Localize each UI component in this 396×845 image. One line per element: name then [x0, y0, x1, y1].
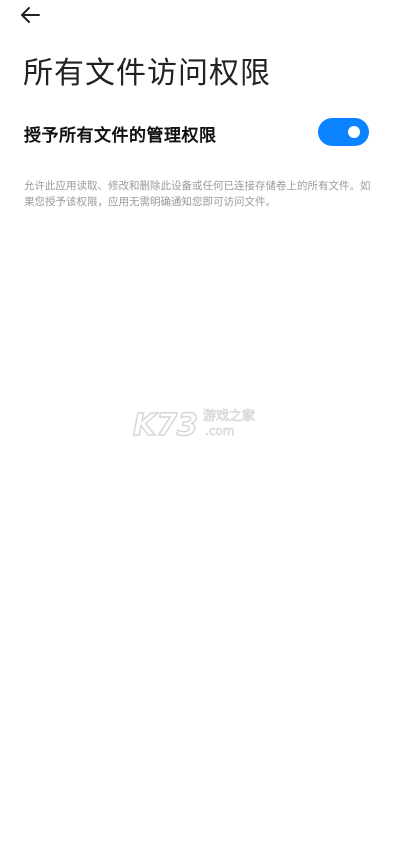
watermark-line2: .com	[205, 424, 234, 438]
setting-label: 授予所有文件的管理权限	[24, 126, 217, 146]
page-title: 所有文件访问权限	[23, 56, 271, 91]
permission-description: 允许此应用读取、修改和删除此设备或任何已连接存储卷上的所有文件。如果您授予该权限…	[24, 180, 371, 208]
back-button[interactable]	[18, 0, 58, 30]
manage-all-files-toggle[interactable]	[318, 118, 369, 146]
arrow-left-icon	[21, 7, 40, 23]
watermark-line1: 游戏之家	[203, 408, 255, 424]
setting-row-manage-all-files: 授予所有文件的管理权限	[0, 112, 396, 154]
watermark-brand: K73	[133, 408, 198, 442]
watermark-logo: K73 游戏之家 .com	[133, 407, 255, 442]
toggle-knob	[348, 126, 360, 138]
